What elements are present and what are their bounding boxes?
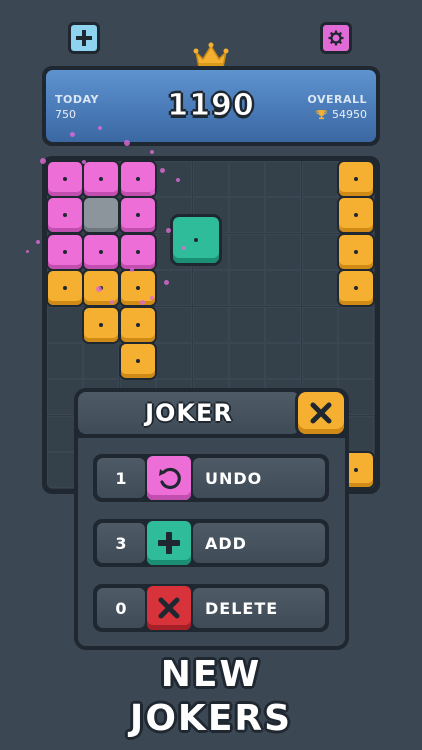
particle-dot xyxy=(70,132,75,137)
board-cell[interactable] xyxy=(229,197,265,234)
board-cell[interactable] xyxy=(301,197,338,234)
particle-dot xyxy=(166,228,171,233)
particle-dot xyxy=(110,300,114,304)
delete-label: DELETE xyxy=(193,588,325,628)
close-button[interactable] xyxy=(298,392,344,434)
pink-block xyxy=(48,162,82,196)
close-icon xyxy=(158,597,180,619)
board-cell[interactable] xyxy=(192,270,229,307)
plus-icon xyxy=(158,532,180,554)
board-cell[interactable] xyxy=(301,306,338,343)
trophy-icon xyxy=(316,110,327,120)
particle-dot xyxy=(98,126,102,130)
board-cell[interactable] xyxy=(265,343,302,379)
dragged-teal-block[interactable] xyxy=(173,217,219,263)
add-button[interactable] xyxy=(68,22,100,54)
pink-block xyxy=(84,234,119,269)
pink-block xyxy=(120,234,155,269)
plus-icon xyxy=(76,30,92,46)
particle-dot xyxy=(150,296,154,300)
board-cell[interactable] xyxy=(83,343,120,379)
board-cell[interactable] xyxy=(229,161,265,197)
particle-dot xyxy=(182,246,186,250)
particle-dot xyxy=(26,250,29,253)
board-cell[interactable] xyxy=(301,270,338,307)
promo-line-1: NEW xyxy=(160,654,262,695)
orange-block xyxy=(120,344,155,378)
particle-dot xyxy=(164,280,169,285)
board-cell[interactable] xyxy=(301,161,338,197)
board-cell[interactable] xyxy=(229,270,265,307)
particle-dot xyxy=(176,178,180,182)
joker-header: JOKER xyxy=(78,392,300,434)
board-cell[interactable] xyxy=(192,306,229,343)
orange-block xyxy=(339,271,374,306)
board-cell[interactable] xyxy=(156,161,193,197)
board-cell[interactable] xyxy=(265,233,302,270)
joker-option-undo[interactable]: 1 UNDO xyxy=(93,454,329,502)
pink-block xyxy=(48,198,82,233)
particle-dot xyxy=(130,268,134,272)
orange-block xyxy=(84,307,119,342)
particle-dot xyxy=(124,140,130,146)
particle-dot xyxy=(96,286,102,292)
add-label: ADD xyxy=(193,523,325,563)
particle-dot xyxy=(160,168,165,173)
orange-block xyxy=(48,271,82,306)
undo-count: 1 xyxy=(97,458,145,498)
delete-button[interactable] xyxy=(147,586,191,630)
board-cell[interactable] xyxy=(338,306,375,343)
orange-block xyxy=(120,307,155,342)
pink-block xyxy=(48,234,82,269)
gear-icon xyxy=(328,30,344,46)
board-cell[interactable] xyxy=(156,306,193,343)
add-joker-button[interactable] xyxy=(147,521,191,565)
board-cell[interactable] xyxy=(192,343,229,379)
overall-label: OVERALL xyxy=(307,93,367,106)
board-cell[interactable] xyxy=(265,306,302,343)
particle-dot xyxy=(82,160,86,164)
orange-block xyxy=(120,271,155,306)
joker-title: JOKER xyxy=(145,399,233,427)
particle-dot xyxy=(40,158,46,164)
joker-option-delete[interactable]: 0 DELETE xyxy=(93,584,329,632)
undo-icon xyxy=(159,467,181,490)
board-cell[interactable] xyxy=(156,343,193,379)
empty-highlight-block xyxy=(84,198,119,233)
board-cell[interactable] xyxy=(338,343,375,379)
particle-dot xyxy=(140,300,145,305)
board-cell[interactable] xyxy=(301,233,338,270)
joker-option-add[interactable]: 3 ADD xyxy=(93,519,329,567)
board-cell[interactable] xyxy=(265,197,302,234)
board-cell[interactable] xyxy=(229,233,265,270)
pink-block xyxy=(120,198,155,233)
particle-dot xyxy=(150,150,154,154)
undo-button[interactable] xyxy=(147,456,191,500)
board-cell[interactable] xyxy=(229,306,265,343)
orange-block xyxy=(339,234,374,269)
orange-block xyxy=(339,198,374,233)
board-cell[interactable] xyxy=(156,270,193,307)
board-cell[interactable] xyxy=(47,343,83,379)
particle-dot xyxy=(150,190,155,195)
board-cell[interactable] xyxy=(47,306,83,343)
overall-score: 54950 xyxy=(332,108,367,121)
board-cell[interactable] xyxy=(192,161,229,197)
delete-count: 0 xyxy=(97,588,145,628)
board-cell[interactable] xyxy=(265,270,302,307)
settings-button[interactable] xyxy=(320,22,352,54)
board-cell[interactable] xyxy=(265,161,302,197)
particle-dot xyxy=(36,240,40,244)
board-cell[interactable] xyxy=(229,343,265,379)
board-cell[interactable] xyxy=(301,343,338,379)
undo-label: UNDO xyxy=(193,458,325,498)
score-panel: TODAY 750 1190 OVERALL 54950 xyxy=(42,66,380,146)
promo-line-2: JOKERS xyxy=(129,698,293,739)
close-icon xyxy=(310,402,332,424)
pink-block xyxy=(84,162,119,196)
add-count: 3 xyxy=(97,523,145,563)
orange-block xyxy=(339,162,374,196)
